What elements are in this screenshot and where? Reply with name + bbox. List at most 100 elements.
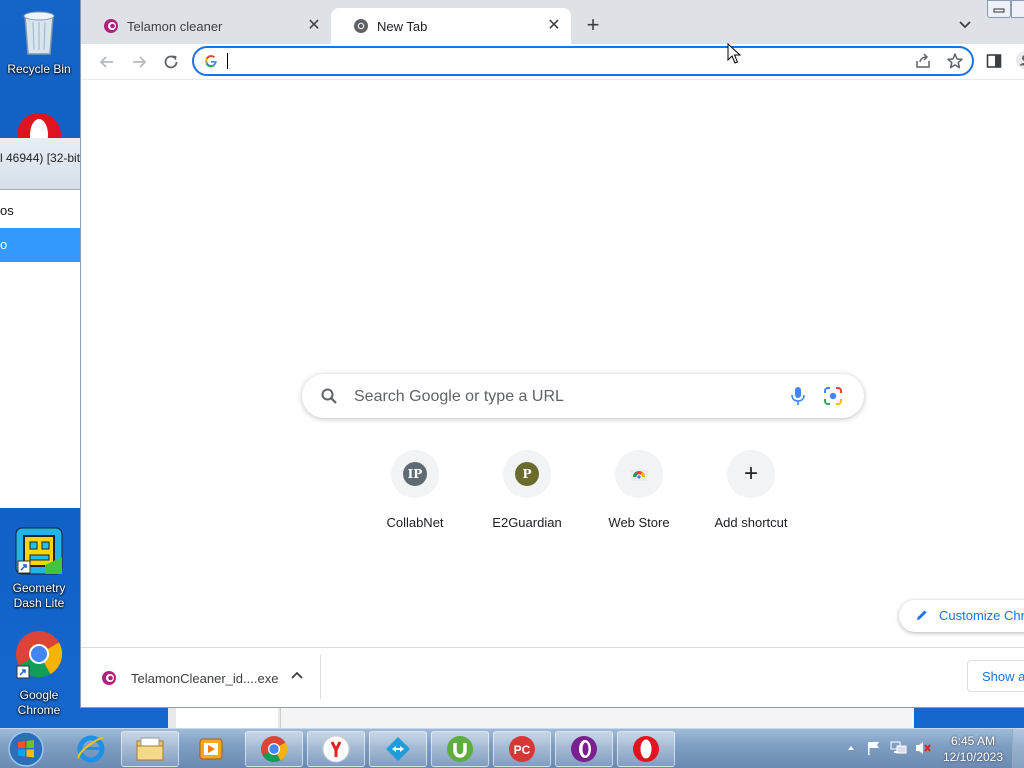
media-player-icon: [199, 738, 223, 760]
divider: [320, 655, 321, 699]
shortcut-tile-web-store[interactable]: Web Store: [583, 450, 695, 530]
tray-expand-icon[interactable]: [846, 741, 856, 760]
chrome-icon: [0, 630, 78, 686]
clock-date: 12/10/2023: [942, 750, 1004, 764]
close-tab-icon[interactable]: ✕: [305, 17, 323, 35]
background-window-strip: [168, 708, 914, 728]
chevron-up-icon[interactable]: [287, 666, 307, 686]
download-shelf: TelamonCleaner_id....exe Show all: [81, 647, 1024, 707]
e2guardian-favicon: P: [515, 462, 539, 486]
download-file-name: TelamonCleaner_id....exe: [131, 670, 279, 686]
share-icon[interactable]: [914, 52, 932, 75]
tab-title: Telamon cleaner: [127, 18, 223, 34]
volume-muted-icon[interactable]: [914, 740, 932, 761]
download-item[interactable]: TelamonCleaner_id....exe: [101, 666, 278, 690]
tab-strip: Telamon cleaner ✕ New Tab ✕ +: [81, 0, 1024, 44]
chrome-window: Telamon cleaner ✕ New Tab ✕ + Search Goo…: [80, 0, 1024, 708]
taskbar-yandex[interactable]: [307, 731, 365, 767]
geometry-dash-shortcut[interactable]: Geometry Dash Lite: [0, 527, 78, 611]
maximize-button[interactable]: [1011, 0, 1024, 18]
opera-icon: [633, 736, 659, 762]
list-item[interactable]: os: [0, 194, 81, 228]
plus-icon: +: [743, 460, 758, 487]
recycle-bin-shortcut[interactable]: Recycle Bin: [0, 6, 78, 77]
tab-search-chevron-icon[interactable]: [955, 14, 975, 34]
voice-search-mic-icon[interactable]: [789, 386, 807, 411]
new-tab-button[interactable]: +: [581, 14, 605, 38]
profile-avatar-icon[interactable]: [1015, 50, 1024, 75]
shortcut-label: Web Store: [608, 515, 670, 530]
ntp-search-box[interactable]: Search Google or type a URL: [302, 374, 864, 418]
telamon-icon: [103, 18, 119, 34]
chrome-icon: [353, 18, 369, 34]
chrome-icon: [261, 736, 288, 763]
geometry-dash-label: Geometry Dash Lite: [12, 581, 66, 610]
taskbar-opera-gx[interactable]: [555, 731, 613, 767]
teamviewer-icon: [386, 737, 410, 761]
pencil-icon: [915, 608, 929, 625]
utorrent-icon: [447, 736, 473, 762]
start-button[interactable]: [4, 730, 48, 768]
recycle-bin-label: Recycle Bin: [7, 62, 71, 76]
network-icon[interactable]: [890, 740, 908, 761]
close-tab-icon[interactable]: ✕: [545, 17, 563, 35]
list-item-selected[interactable]: o: [0, 228, 81, 262]
taskbar-media-player[interactable]: [182, 731, 240, 767]
google-chrome-label: Google Chrome: [17, 688, 61, 717]
show-all-downloads-button[interactable]: Show all: [967, 660, 1024, 692]
back-arrow-icon: [99, 56, 113, 68]
shortcut-label: CollabNet: [386, 515, 444, 530]
action-center-flag-icon[interactable]: [866, 740, 882, 761]
taskbar-pc-cleaner[interactable]: PC: [493, 731, 551, 767]
tab-telamon-cleaner[interactable]: Telamon cleaner ✕: [81, 8, 331, 44]
taskbar-utorrent[interactable]: [431, 731, 489, 767]
taskbar-file-explorer[interactable]: [121, 731, 179, 767]
customize-chrome-button[interactable]: Customize Chrome: [899, 600, 1024, 632]
search-icon: [320, 387, 338, 410]
yandex-icon: [322, 735, 350, 763]
tab-new-tab[interactable]: New Tab ✕: [331, 8, 571, 44]
svg-text:PC: PC: [514, 743, 531, 757]
opera-gx-icon: [571, 736, 597, 762]
opera-desktop-icon[interactable]: [14, 110, 64, 138]
shortcut-label: Add shortcut: [714, 515, 788, 530]
shortcut-tile-e2guardian[interactable]: P E2Guardian: [471, 450, 583, 530]
web-store-icon: [628, 461, 650, 488]
background-window[interactable]: l 46944) [32-bit] os o: [0, 138, 82, 508]
browser-toolbar: [81, 44, 1024, 80]
taskbar-teamviewer[interactable]: [369, 731, 427, 767]
system-tray: 6:45 AM 12/10/2023: [842, 729, 1024, 768]
search-placeholder: Search Google or type a URL: [354, 388, 564, 405]
taskbar-chrome[interactable]: [245, 731, 303, 767]
pc-cleaner-icon: PC: [509, 736, 535, 762]
google-lens-icon[interactable]: [823, 386, 843, 411]
show-desktop-button[interactable]: [1012, 729, 1024, 768]
geometry-dash-icon: [0, 527, 78, 579]
side-panel-icon[interactable]: [985, 52, 1003, 75]
address-input[interactable]: [224, 51, 874, 71]
mouse-cursor-icon: [727, 42, 742, 70]
google-chrome-shortcut[interactable]: Google Chrome: [0, 630, 78, 718]
shortcut-tile-collabnet[interactable]: IP CollabNet: [359, 450, 471, 530]
google-g-icon: [204, 54, 218, 73]
forward-button[interactable]: [127, 50, 151, 74]
clock[interactable]: 6:45 AM 12/10/2023: [940, 733, 1006, 765]
reload-button[interactable]: [159, 50, 183, 74]
text-caret: [227, 53, 228, 69]
minimize-button[interactable]: [987, 0, 1011, 18]
clock-time: 6:45 AM: [950, 734, 996, 748]
shortcut-label: E2Guardian: [492, 515, 562, 530]
bookmark-star-icon[interactable]: [946, 52, 964, 75]
background-window-title: l 46944) [32-bit]: [0, 138, 81, 190]
collabnet-favicon: IP: [403, 462, 427, 486]
reload-icon: [164, 55, 178, 69]
customize-label: Customize Chrome: [939, 608, 1024, 623]
taskbar-internet-explorer[interactable]: [62, 731, 120, 767]
tab-title: New Tab: [377, 18, 428, 34]
add-shortcut-tile[interactable]: + Add shortcut: [695, 450, 807, 530]
forward-arrow-icon: [133, 56, 147, 68]
taskbar-opera[interactable]: [617, 731, 675, 767]
back-button[interactable]: [95, 50, 119, 74]
taskbar: PC 6:45 AM 12/10/2023: [0, 728, 1024, 768]
address-bar[interactable]: [192, 46, 974, 76]
